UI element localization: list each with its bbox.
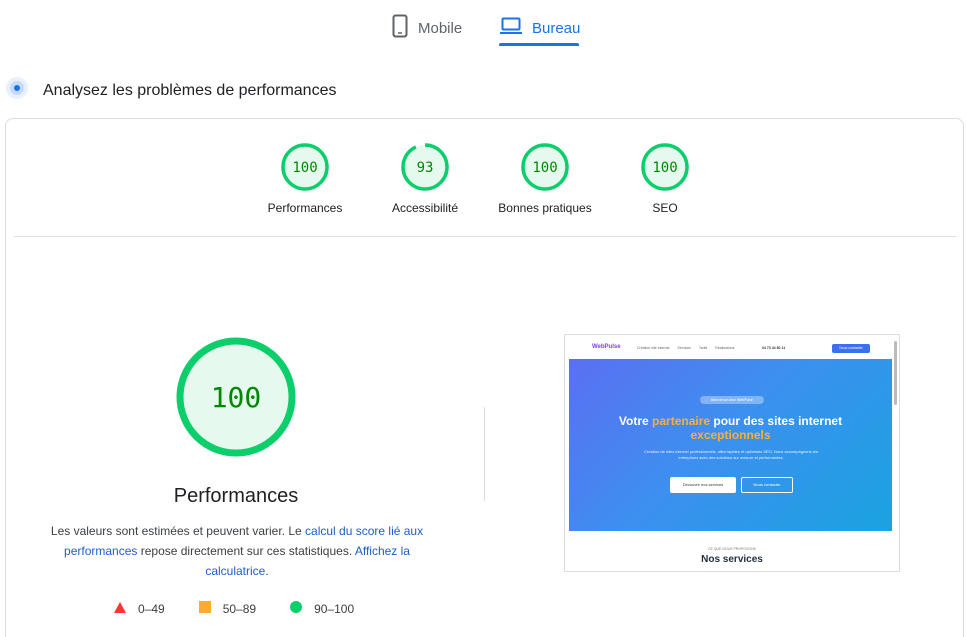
legend-fail-range: 0–49 bbox=[138, 601, 165, 616]
score-label: Bonnes pratiques bbox=[498, 201, 592, 215]
smartphone-icon bbox=[392, 14, 408, 42]
performance-label: Performances bbox=[173, 485, 299, 507]
preview-title-part: pour des sites internet bbox=[710, 414, 843, 428]
score-legend: 0–49 50–89 90–100 bbox=[114, 601, 388, 616]
preview-primary-button: Découvrir nos services bbox=[670, 477, 736, 493]
preview-kicker: CE QUE NOUS PROPOSONS bbox=[707, 547, 757, 551]
radar-icon bbox=[5, 76, 29, 105]
score-gauges: 100 Performances 93 Accessibilité 100 Bonnes … bbox=[6, 143, 965, 223]
tab-mobile[interactable]: Mobile bbox=[392, 10, 462, 46]
performance-gauge: 100 bbox=[176, 337, 296, 462]
report-card: 100 Performances 93 Accessibilité 100 Bonnes … bbox=[5, 118, 964, 637]
score-value: 100 bbox=[532, 160, 557, 176]
score-description: Les valeurs sont estimées et peuvent var… bbox=[46, 521, 428, 581]
preview-section-title: Nos services bbox=[701, 554, 763, 565]
preview-subtitle: Création de sites internet professionnel… bbox=[644, 449, 818, 460]
score-gauge-accessibilité[interactable]: 93 Accessibilité bbox=[370, 143, 480, 215]
score-label: SEO bbox=[652, 201, 678, 215]
legend-pass: 90–100 bbox=[290, 601, 354, 616]
preview-title-highlight: partenaire bbox=[652, 414, 711, 428]
triangle-icon bbox=[114, 601, 126, 616]
score-value: 100 bbox=[292, 160, 317, 176]
score-gauge-bonnes-pratiques[interactable]: 100 Bonnes pratiques bbox=[490, 143, 600, 215]
square-icon bbox=[198, 601, 211, 616]
preview-nav-link: Réalisations bbox=[715, 346, 735, 350]
legend-pass-range: 90–100 bbox=[314, 601, 355, 616]
preview-nav-links: Création site Internet Services Tarifs R… bbox=[637, 346, 734, 350]
preview-scrollbar bbox=[894, 341, 897, 405]
preview-logo: WebPulse bbox=[592, 344, 621, 350]
preview-title-part: Votre bbox=[618, 414, 653, 428]
laptop-icon bbox=[500, 17, 522, 39]
tab-desktop-label: Bureau bbox=[532, 19, 581, 37]
preview-nav-link: Création site Internet bbox=[637, 346, 670, 350]
performance-score: 100 bbox=[211, 381, 262, 414]
desc-text-1: Les valeurs sont estimées et peuvent var… bbox=[50, 524, 306, 538]
vertical-separator bbox=[484, 407, 485, 501]
tab-mobile-label: Mobile bbox=[418, 19, 463, 37]
section-header: Analysez les problèmes de performances bbox=[5, 76, 336, 105]
preview-badge: Bienvenue chez WebPulse bbox=[700, 396, 764, 404]
desc-text-3: . bbox=[265, 564, 269, 578]
preview-hero: Bienvenue chez WebPulse Votre partenaire… bbox=[569, 359, 892, 531]
score-gauge-seo[interactable]: 100 SEO bbox=[610, 143, 720, 215]
preview-secondary-button: Nous contacter bbox=[741, 477, 793, 493]
device-tabs: Mobile Bureau bbox=[0, 0, 967, 48]
active-tab-indicator bbox=[499, 43, 579, 46]
divider bbox=[14, 236, 956, 237]
score-value: 93 bbox=[417, 160, 434, 176]
preview-title: Votre partenaire pour des sites internet… bbox=[589, 414, 872, 442]
preview-navbar: WebPulse Création site Internet Services… bbox=[565, 335, 899, 359]
desc-text-2: repose directement sur ces statistiques. bbox=[137, 544, 355, 558]
legend-fail: 0–49 bbox=[114, 601, 165, 616]
legend-average-range: 50–89 bbox=[222, 601, 257, 616]
score-label: Accessibilité bbox=[391, 201, 459, 215]
preview-cta: Nous contacter bbox=[832, 344, 870, 353]
preview-title-highlight: exceptionnels bbox=[690, 428, 771, 442]
page-screenshot[interactable]: WebPulse Création site Internet Services… bbox=[564, 334, 900, 572]
score-value: 100 bbox=[652, 160, 677, 176]
preview-nav-link: Services bbox=[677, 346, 691, 350]
preview-nav-link: Tarifs bbox=[698, 346, 708, 350]
tab-desktop[interactable]: Bureau bbox=[500, 10, 580, 46]
legend-average: 50–89 bbox=[198, 601, 257, 616]
preview-phone: 04 73 44 80 11 bbox=[762, 346, 786, 350]
score-label: Performances bbox=[267, 201, 343, 215]
score-gauge-performances[interactable]: 100 Performances bbox=[250, 143, 360, 215]
section-title: Analysez les problèmes de performances bbox=[43, 81, 337, 99]
circle-icon bbox=[290, 601, 303, 616]
